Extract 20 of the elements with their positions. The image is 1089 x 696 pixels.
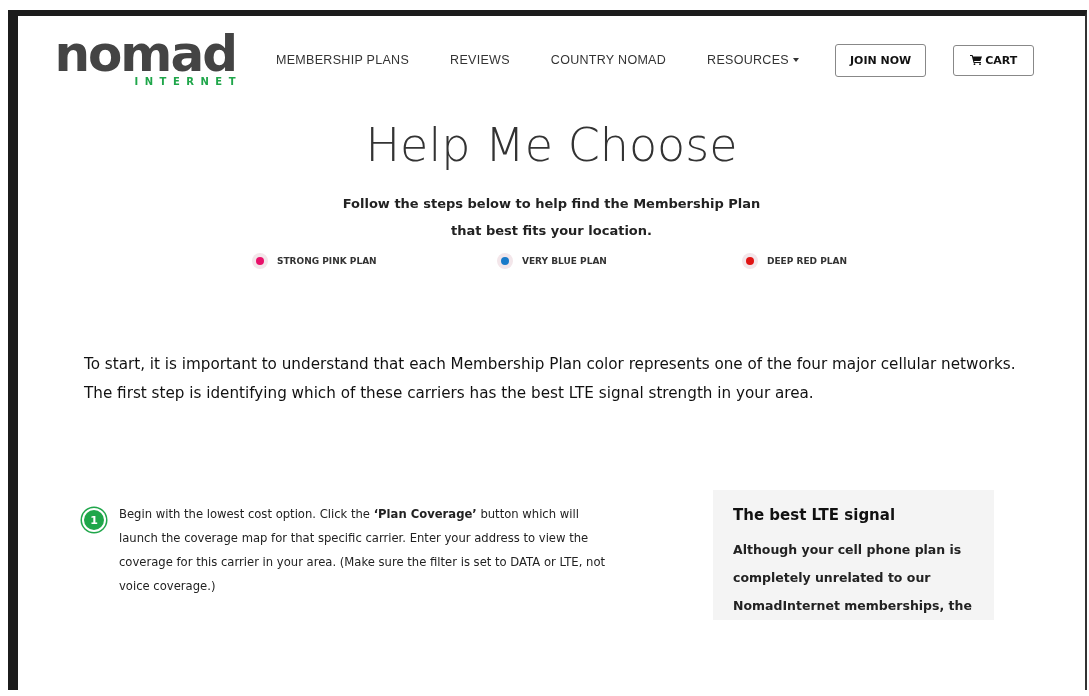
page-title: Help Me Choose: [365, 118, 738, 172]
step-number: 1: [84, 510, 104, 530]
nav-link[interactable]: RESOURCES: [707, 53, 799, 67]
logo-wordmark: nomad: [54, 32, 236, 76]
caret-icon: [793, 58, 799, 62]
intro-paragraph: To start, it is important to understand that each Membership Plan color represents one of the four major cellular networks. The first step is identifying which of these carriers has the best LTE signal strength in your area.: [84, 354, 1017, 404]
cart-button[interactable]: CART: [953, 44, 1035, 76]
join-button[interactable]: JOIN NOW: [835, 43, 927, 77]
cart-icon: [970, 55, 983, 65]
nav-link[interactable]: REVIEWS: [450, 53, 510, 67]
plan-label: STRONG PINK PLAN: [277, 256, 377, 266]
nav-link[interactable]: MEMBERSHIP PLANS: [276, 53, 410, 67]
logo-tagline: INTERNET: [134, 76, 242, 88]
step-text: Begin with the lowest cost option. Click the ‘Plan Coverage’ button which will launch the coverage map for that specific carrier. Enter your address to view the coverage for this carrier in your area. (Make sure the filter is set to DATA or LTE, not voice coverage.): [119, 506, 607, 595]
plan-label: VERY BLUE PLAN: [522, 256, 607, 266]
subtitle: Follow the steps below to help find the Membership Plan that best fits your location.: [342, 195, 761, 240]
card-text: Although your cell phone plan is completely unrelated to our NomadInternet memberships, the: [733, 541, 973, 615]
card-title: The best LTE signal: [733, 506, 897, 524]
plan-label: DEEP RED PLAN: [767, 256, 847, 266]
nav-link[interactable]: COUNTRY NOMAD: [550, 53, 667, 67]
